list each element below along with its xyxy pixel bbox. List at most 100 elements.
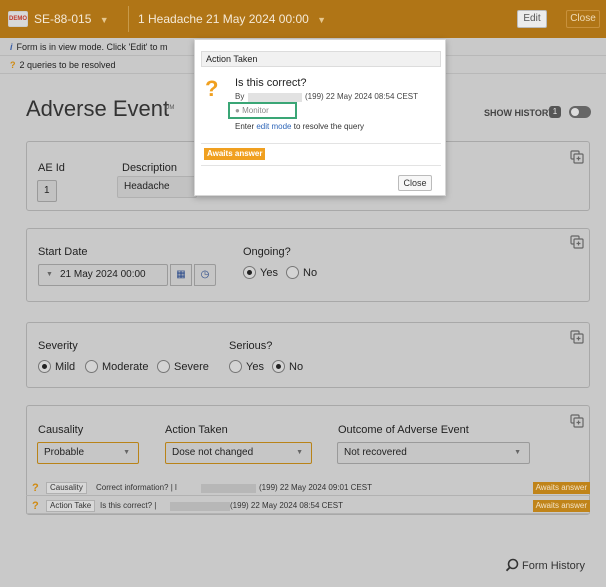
description-label: Description bbox=[122, 162, 178, 174]
serious-no-radio[interactable]: No bbox=[272, 359, 303, 375]
popup-instruction: Enter edit mode to resolve the query bbox=[235, 122, 364, 131]
severity-mild-radio[interactable]: Mild bbox=[38, 359, 75, 375]
divider bbox=[128, 6, 129, 32]
radio-selected-icon bbox=[243, 265, 256, 279]
form-history-link[interactable]: Form History bbox=[505, 558, 585, 572]
clock-icon[interactable]: ◷ bbox=[194, 264, 216, 286]
causality-value: Probable bbox=[44, 447, 85, 458]
history-count-badge: 1 bbox=[549, 106, 561, 118]
event-label: 1 Headache 21 May 2024 00:00 bbox=[138, 12, 309, 26]
causality-select[interactable]: Probable ▼ bbox=[37, 442, 139, 464]
awaits-answer-badge: Awaits answer bbox=[532, 482, 590, 494]
severity-mild-label: Mild bbox=[55, 361, 76, 373]
show-history-toggle[interactable] bbox=[569, 106, 591, 118]
top-bar: DEMO SE-88-015 ▼ 1 Headache 21 May 2024 … bbox=[0, 0, 606, 38]
calendar-icon[interactable]: ▦ bbox=[170, 264, 192, 286]
query-field-tag: Action Take bbox=[46, 500, 96, 512]
popup-role-label: Monitor bbox=[242, 106, 269, 115]
start-date-label: Start Date bbox=[38, 246, 88, 258]
causality-label: Causality bbox=[38, 424, 84, 436]
serious-yes-radio[interactable]: Yes bbox=[229, 359, 264, 375]
ongoing-yes-radio[interactable]: Yes bbox=[243, 265, 278, 281]
copy-icon[interactable] bbox=[570, 330, 584, 344]
severity-severe-label: Severe bbox=[174, 361, 209, 373]
ae-id-field: 1 bbox=[37, 180, 57, 202]
edit-mode-link[interactable]: edit mode bbox=[256, 122, 291, 131]
severity-moderate-label: Moderate bbox=[102, 361, 149, 373]
copy-icon[interactable] bbox=[570, 150, 584, 164]
redacted-user bbox=[248, 93, 302, 102]
radio-empty-icon bbox=[229, 359, 242, 373]
copy-icon[interactable] bbox=[570, 235, 584, 249]
query-row[interactable]: ? Action Take Is this correct? | (199) 2… bbox=[26, 498, 590, 514]
description-field: Headache bbox=[117, 176, 197, 198]
outcome-label: Outcome of Adverse Event bbox=[338, 424, 469, 436]
view-mode-text: Form is in view mode. Click 'Edit' to m bbox=[16, 42, 168, 52]
awaits-answer-badge: Awaits answer bbox=[204, 148, 266, 160]
info-icon: i bbox=[10, 42, 13, 52]
chevron-down-icon: ▼ bbox=[312, 15, 327, 25]
severity-label: Severity bbox=[38, 340, 78, 352]
chevron-down-icon: ▼ bbox=[296, 449, 303, 456]
start-date-value: 21 May 2024 00:00 bbox=[60, 269, 146, 280]
action-taken-label: Action Taken bbox=[165, 424, 228, 436]
serious-label: Serious? bbox=[229, 340, 273, 352]
serious-no-label: No bbox=[289, 361, 304, 373]
popup-by-label: By bbox=[235, 92, 245, 101]
copy-icon[interactable] bbox=[570, 414, 584, 428]
close-button[interactable]: Close bbox=[566, 10, 600, 28]
event-selector[interactable]: 1 Headache 21 May 2024 00:00 ▼ bbox=[138, 12, 326, 26]
popup-enter-prefix: Enter bbox=[235, 122, 255, 131]
demo-badge: DEMO bbox=[8, 11, 28, 27]
popup-role: ● Monitor bbox=[228, 102, 297, 119]
popup-close-button[interactable]: Close bbox=[398, 175, 432, 191]
ongoing-no-label: No bbox=[303, 267, 318, 279]
divider bbox=[201, 143, 441, 144]
divider bbox=[201, 165, 441, 166]
question-mark-icon: ? bbox=[32, 482, 39, 494]
action-taken-select[interactable]: Dose not changed ▼ bbox=[165, 442, 312, 464]
user-icon: ● bbox=[235, 106, 240, 115]
start-date-field[interactable]: ▼ 21 May 2024 00:00 bbox=[38, 264, 168, 286]
ongoing-yes-label: Yes bbox=[260, 267, 278, 279]
outcome-select[interactable]: Not recovered ▼ bbox=[337, 442, 530, 464]
radio-selected-icon bbox=[38, 359, 51, 373]
radio-empty-icon bbox=[85, 359, 98, 373]
popup-meta: (199) 22 May 2024 08:54 CEST bbox=[305, 92, 418, 101]
radio-empty-icon bbox=[157, 359, 170, 373]
query-row[interactable]: ? Causality Correct information? | l (19… bbox=[26, 480, 590, 496]
redacted-user bbox=[201, 484, 256, 493]
severity-moderate-radio[interactable]: Moderate bbox=[85, 359, 148, 375]
awaits-answer-badge: Awaits answer bbox=[532, 500, 590, 512]
chevron-down-icon: ▼ bbox=[123, 449, 130, 456]
chevron-down-icon: ▼ bbox=[46, 271, 53, 278]
question-mark-icon: ? bbox=[10, 60, 16, 70]
edit-button[interactable]: Edit bbox=[517, 10, 547, 28]
query-field-tag: Causality bbox=[46, 482, 87, 494]
query-popup: Action Taken ? Is this correct? By (199)… bbox=[194, 39, 446, 196]
popup-question: Is this correct? bbox=[235, 77, 307, 89]
severity-card bbox=[26, 322, 590, 388]
show-history-label: SHOW HISTORY bbox=[484, 108, 555, 118]
query-meta: (199) 22 May 2024 08:54 CEST bbox=[230, 501, 343, 510]
ongoing-label: Ongoing? bbox=[243, 246, 291, 258]
question-mark-icon: ? bbox=[205, 76, 219, 101]
query-text: Is this correct? | bbox=[100, 501, 157, 510]
ongoing-no-radio[interactable]: No bbox=[286, 265, 317, 281]
popup-enter-suffix: to resolve the query bbox=[293, 122, 364, 131]
chevron-down-icon: ▼ bbox=[94, 15, 109, 25]
severity-severe-radio[interactable]: Severe bbox=[157, 359, 209, 375]
subject-selector[interactable]: SE-88-015 ▼ bbox=[34, 12, 109, 26]
serious-yes-label: Yes bbox=[246, 361, 264, 373]
radio-selected-icon bbox=[272, 359, 285, 373]
question-mark-icon: ? bbox=[32, 500, 39, 512]
queries-text: 2 queries to be resolved bbox=[19, 60, 116, 70]
subject-id: SE-88-015 bbox=[34, 12, 92, 26]
popup-header: Action Taken bbox=[201, 51, 441, 67]
form-history-label: Form History bbox=[522, 560, 585, 572]
search-icon bbox=[505, 558, 519, 572]
radio-empty-icon bbox=[286, 265, 299, 279]
title-meta: DM bbox=[165, 105, 175, 111]
action-taken-value: Dose not changed bbox=[172, 447, 254, 458]
query-text: Correct information? | l bbox=[96, 483, 177, 492]
